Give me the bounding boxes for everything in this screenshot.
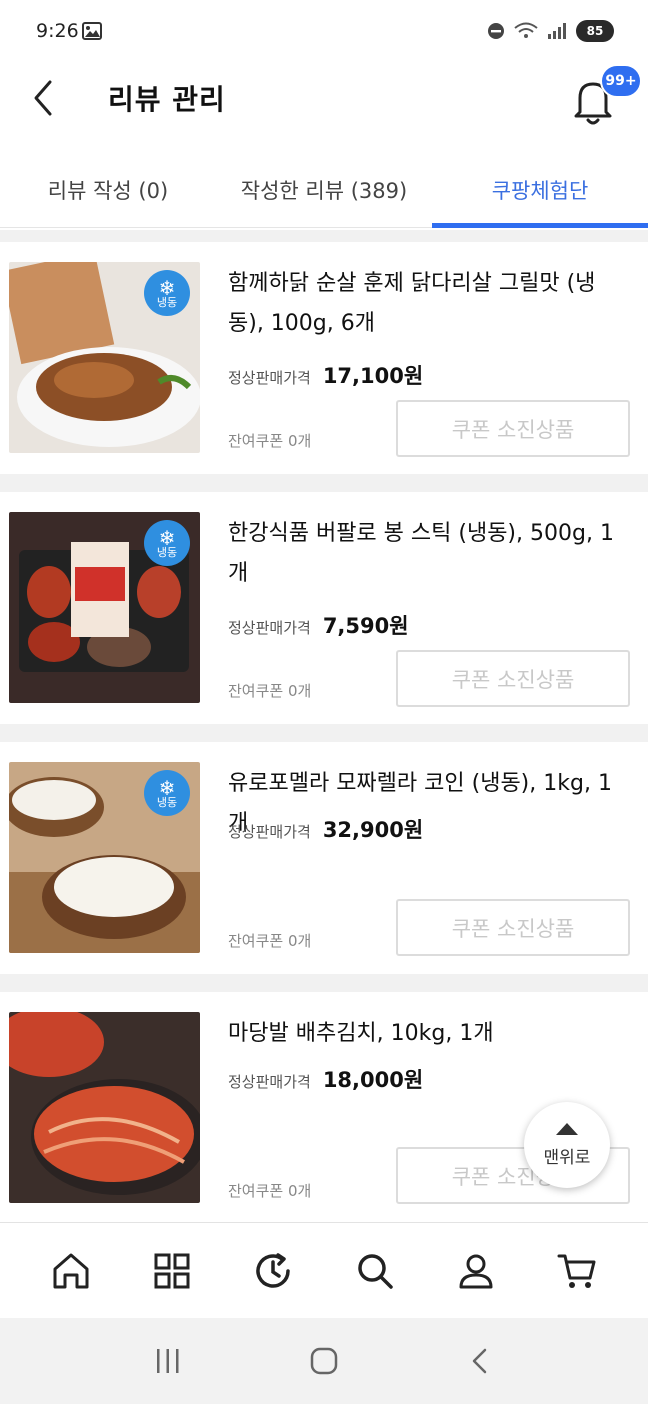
product-price: 17,100원 — [322, 364, 424, 388]
price-label: 정상판매가격 — [228, 823, 311, 841]
arrow-up-icon — [556, 1122, 578, 1135]
price-label: 정상판매가격 — [228, 369, 311, 387]
product-name[interactable]: 한강식품 버팔로 봉 스틱 (냉동), 500g, 1개 — [228, 514, 628, 594]
coupon-exhausted-button[interactable]: 쿠폰 소진상품 — [396, 899, 630, 956]
frozen-label: 냉동 — [156, 545, 178, 559]
back-nav-icon[interactable] — [465, 1346, 495, 1376]
price-row: 정상판매가격 7,590원 — [228, 610, 409, 640]
product-image[interactable]: ❄ 냉동 — [9, 762, 200, 953]
system-navigation — [0, 1318, 648, 1404]
product-price: 7,590원 — [322, 614, 409, 638]
frozen-label: 냉동 — [156, 295, 178, 309]
header: 리뷰 관리 99+ — [0, 62, 648, 136]
product-image[interactable]: ❄ 냉동 — [9, 512, 200, 703]
tab-write-review[interactable]: 리뷰 작성 (0) — [0, 152, 216, 227]
status-icons: 85 — [487, 20, 614, 42]
frozen-badge: ❄ 냉동 — [144, 770, 190, 816]
price-row: 정상판매가격 17,100원 — [228, 360, 423, 390]
product-image[interactable]: ❄ 냉동 — [9, 262, 200, 453]
home-button-icon[interactable] — [308, 1345, 340, 1377]
status-time: 9:26 — [36, 20, 79, 42]
product-price: 18,000원 — [322, 1068, 424, 1092]
frozen-label: 냉동 — [156, 795, 178, 809]
recent-apps-icon[interactable] — [153, 1346, 183, 1376]
back-button[interactable] — [26, 76, 60, 120]
wifi-icon — [514, 22, 538, 38]
history-icon[interactable] — [247, 1245, 299, 1297]
product-name[interactable]: 마당발 배추김치, 10kg, 1개 — [228, 1014, 628, 1054]
category-icon[interactable] — [146, 1245, 198, 1297]
snowflake-icon: ❄ — [158, 525, 176, 550]
page-title: 리뷰 관리 — [108, 83, 226, 116]
product-price: 32,900원 — [322, 818, 424, 842]
scroll-to-top-label: 맨위로 — [543, 1147, 591, 1168]
snowflake-icon: ❄ — [158, 275, 176, 300]
tab-experience-group[interactable]: 쿠팡체험단 — [432, 152, 648, 228]
product-image[interactable] — [9, 1012, 200, 1203]
product-list[interactable]: ❄ 냉동 함께하닭 순살 훈제 닭다리살 그릴맛 (냉동), 100g, 6개 정… — [0, 230, 648, 1222]
battery-icon: 85 — [576, 20, 614, 42]
image-notification-icon — [82, 22, 102, 40]
list-item: ❄ 냉동 유로포멜라 모짜렐라 코인 (냉동), 1kg, 1개 정상판매가격 3… — [0, 742, 648, 974]
remaining-coupons: 잔여쿠폰 0개 — [228, 932, 312, 950]
dnd-icon — [488, 23, 504, 39]
scroll-to-top-button[interactable]: 맨위로 — [524, 1102, 610, 1188]
list-item: ❄ 냉동 한강식품 버팔로 봉 스틱 (냉동), 500g, 1개 정상판매가격 … — [0, 492, 648, 724]
user-icon[interactable] — [450, 1245, 502, 1297]
price-label: 정상판매가격 — [228, 1073, 311, 1091]
price-label: 정상판매가격 — [228, 619, 311, 637]
cart-icon[interactable] — [551, 1245, 603, 1297]
tab-written-reviews[interactable]: 작성한 리뷰 (389) — [216, 152, 432, 227]
review-tabs: 리뷰 작성 (0) 작성한 리뷰 (389) 쿠팡체험단 — [0, 152, 648, 228]
coupon-exhausted-button[interactable]: 쿠폰 소진상품 — [396, 400, 630, 457]
status-bar: 9:26 85 — [0, 0, 648, 62]
remaining-coupons: 잔여쿠폰 0개 — [228, 432, 312, 450]
frozen-badge: ❄ 냉동 — [144, 270, 190, 316]
bottom-navigation — [0, 1222, 648, 1318]
price-row: 정상판매가격 32,900원 — [228, 814, 423, 844]
remaining-coupons: 잔여쿠폰 0개 — [228, 1182, 312, 1200]
signal-icon — [548, 23, 566, 39]
price-row: 정상판매가격 18,000원 — [228, 1064, 423, 1094]
product-name[interactable]: 함께하닭 순살 훈제 닭다리살 그릴맛 (냉동), 100g, 6개 — [228, 264, 628, 344]
coupon-exhausted-button[interactable]: 쿠폰 소진상품 — [396, 650, 630, 707]
frozen-badge: ❄ 냉동 — [144, 520, 190, 566]
search-icon[interactable] — [349, 1245, 401, 1297]
home-icon[interactable] — [45, 1245, 97, 1297]
snowflake-icon: ❄ — [158, 775, 176, 800]
list-item: ❄ 냉동 함께하닭 순살 훈제 닭다리살 그릴맛 (냉동), 100g, 6개 정… — [0, 242, 648, 474]
remaining-coupons: 잔여쿠폰 0개 — [228, 682, 312, 700]
notification-badge: 99+ — [600, 64, 642, 98]
